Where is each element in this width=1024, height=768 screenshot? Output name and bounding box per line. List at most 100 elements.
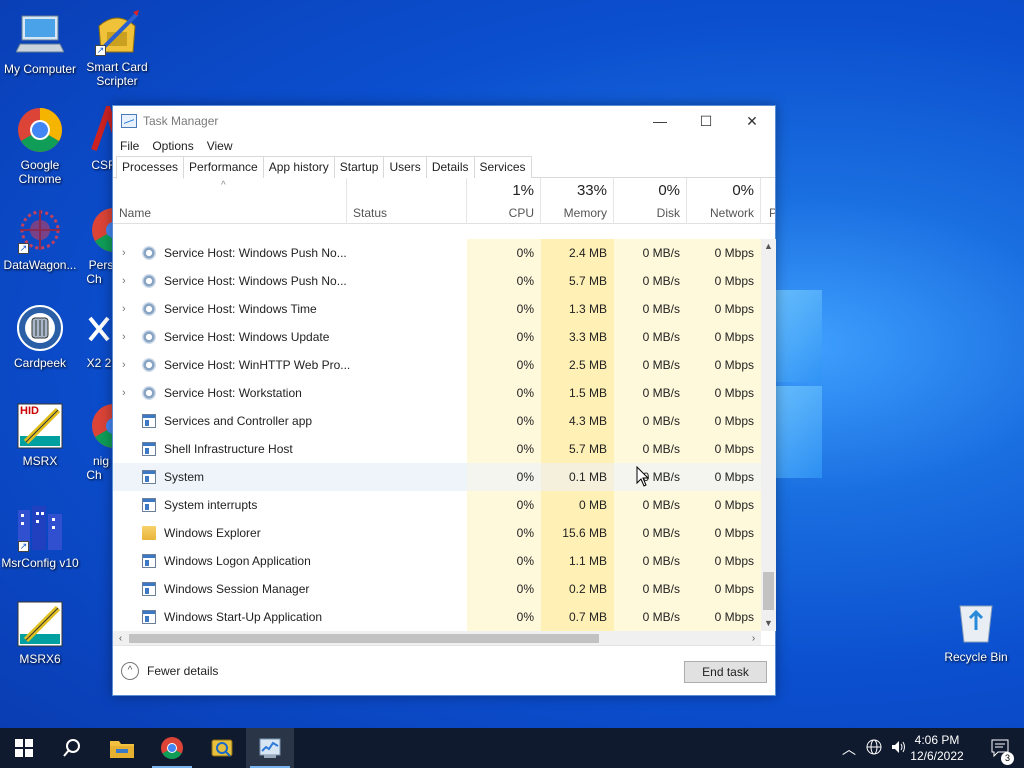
hid-label: HID — [20, 405, 39, 417]
process-cpu: 0% — [467, 491, 541, 519]
process-row[interactable]: Windows Logon Application 0% 1.1 MB 0 MB/s 0… — [113, 547, 761, 575]
network-globe-icon[interactable] — [866, 739, 882, 758]
process-disk: 0 MB/s — [614, 407, 687, 435]
process-row[interactable]: › Service Host: Workstation 0% 1.5 MB 0 MB/s… — [113, 379, 761, 407]
process-row[interactable]: › Service Host: Windows Push No... 0% 5.7 M… — [113, 267, 761, 295]
tab-details[interactable]: Details — [425, 156, 475, 178]
column-power-partial[interactable]: P — [761, 178, 775, 224]
column-network-label: Network — [709, 206, 754, 220]
scroll-left-icon[interactable]: ‹ — [113, 631, 128, 646]
process-memory: 0.7 MB — [541, 603, 614, 631]
expand-chevron-icon[interactable]: › — [122, 351, 126, 379]
chrome-icon — [16, 106, 64, 154]
scroll-up-icon[interactable]: ▲ — [761, 239, 776, 254]
tab-services[interactable]: Services — [473, 156, 532, 178]
desktop-icon-smart-card-scripter[interactable]: ↗ Smart Card Scripter — [77, 8, 157, 88]
menu-view[interactable]: View — [207, 139, 233, 153]
tab-startup[interactable]: Startup — [333, 156, 385, 178]
column-network[interactable]: 0% Network — [687, 178, 761, 224]
chevron-up-icon[interactable]: ︿ — [842, 739, 856, 759]
tab-app-history[interactable]: App history — [262, 156, 335, 178]
start-button[interactable] — [0, 728, 48, 768]
desktop-icon-pers-chrome[interactable]: Pers Ch — [74, 206, 114, 286]
column-disk[interactable]: 0% Disk — [614, 178, 687, 224]
process-cpu: 0% — [467, 407, 541, 435]
expand-chevron-icon[interactable]: › — [122, 295, 126, 323]
search-button[interactable] — [48, 728, 96, 768]
menu-file[interactable]: File — [120, 139, 139, 153]
process-row[interactable]: Services and Controller app 0% 4.3 MB 0 MB/… — [113, 407, 761, 435]
process-row[interactable]: Windows Explorer 0% 15.6 MB 0 MB/s 0 Mbps — [113, 519, 761, 547]
process-name: Service Host: Windows Time — [164, 302, 317, 316]
process-row[interactable]: System interrupts 0% 0 MB 0 MB/s 0 Mbps — [113, 491, 761, 519]
taskbar-chrome[interactable] — [148, 728, 196, 768]
taskbar-smart-card[interactable] — [198, 728, 246, 768]
tab-users[interactable]: Users — [383, 156, 427, 178]
horizontal-scrollbar[interactable]: ‹ › — [113, 631, 761, 646]
column-name[interactable]: ^ Name — [113, 178, 347, 224]
expand-chevron-icon[interactable]: › — [122, 323, 126, 351]
desktop-icon-cardpeek[interactable]: Cardpeek — [0, 304, 80, 370]
taskbar-task-manager[interactable] — [246, 728, 294, 768]
end-task-button[interactable]: End task — [684, 661, 767, 683]
maximize-button[interactable]: ☐ — [683, 106, 729, 136]
process-network: 0 Mbps — [687, 491, 761, 519]
tab-performance[interactable]: Performance — [183, 156, 264, 178]
desktop-icon-nig-chrome[interactable]: nig Ch — [74, 402, 114, 482]
desktop-icon-msrx[interactable]: HID MSRX — [0, 402, 80, 468]
close-button[interactable]: ✕ — [729, 106, 775, 136]
clock-time: 4:06 PM — [914, 733, 960, 747]
expand-chevron-icon[interactable]: › — [122, 267, 126, 295]
process-row[interactable]: › Service Host: Windows Update 0% 3.3 MB 0 M… — [113, 323, 761, 351]
process-row[interactable]: System 0% 0.1 MB 0 MB/s 0 Mbps — [113, 463, 761, 491]
column-status-label: Status — [353, 206, 388, 220]
column-memory[interactable]: 33% Memory — [541, 178, 614, 224]
process-network: 0 Mbps — [687, 295, 761, 323]
desktop-icon-x2[interactable]: X2 2 — [74, 304, 114, 370]
process-memory: 15.6 MB — [541, 519, 614, 547]
horizontal-scroll-thumb[interactable] — [129, 634, 599, 643]
process-network: 0 Mbps — [687, 323, 761, 351]
desktop-icon-msrconfig[interactable]: ↗ MsrConfig v10 — [0, 504, 80, 570]
desktop-icon-recycle-bin[interactable]: Recycle Bin — [938, 600, 1014, 664]
scroll-right-icon[interactable]: › — [746, 631, 761, 646]
menu-options[interactable]: Options — [152, 139, 193, 153]
desktop-icon-msrx6[interactable]: MSRX6 — [0, 600, 80, 666]
clock[interactable]: 4:06 PM 12/6/2022 — [902, 732, 972, 764]
process-name: Service Host: Windows Push No... — [164, 246, 347, 260]
process-row[interactable]: › Service Host: Windows Time 0% 1.3 MB 0 MB/… — [113, 295, 761, 323]
process-row[interactable]: Windows Session Manager 0% 0.2 MB 0 MB/s 0 M… — [113, 575, 761, 603]
process-disk: 0 MB/s — [614, 267, 687, 295]
expand-chevron-icon[interactable]: › — [122, 239, 126, 267]
scroll-down-icon[interactable]: ▼ — [761, 616, 776, 631]
process-memory: 5.7 MB — [541, 435, 614, 463]
desktop-icon-csr[interactable]: CSR — [68, 106, 118, 172]
process-row[interactable]: › Service Host: Windows Push No... 0% 2.4 M… — [113, 239, 761, 267]
process-name: Service Host: WinHTTP Web Pro... — [164, 358, 351, 372]
clock-date: 12/6/2022 — [910, 749, 964, 763]
expand-chevron-icon[interactable]: › — [122, 379, 126, 407]
x2-icon — [84, 304, 114, 352]
notification-center[interactable]: 3 — [990, 738, 1014, 765]
desktop-icon-my-computer[interactable]: My Computer — [0, 10, 80, 76]
process-row[interactable]: › Service Host: WinHTTP Web Pro... 0% 2.5 M… — [113, 351, 761, 379]
minimize-button[interactable]: — — [637, 106, 683, 136]
vertical-scroll-thumb[interactable] — [763, 572, 774, 610]
service-gear-icon — [142, 386, 156, 400]
vertical-scrollbar[interactable]: ▲ ▼ — [761, 239, 776, 631]
title-bar[interactable]: Task Manager — ☐ ✕ — [113, 106, 775, 136]
process-network: 0 Mbps — [687, 379, 761, 407]
column-status[interactable]: Status — [347, 178, 467, 224]
desktop-icon-datawagon[interactable]: ↗ DataWagon... — [0, 206, 80, 272]
disk-total: 0% — [658, 182, 680, 199]
process-row[interactable]: Shell Infrastructure Host 0% 5.7 MB 0 MB/s 0… — [113, 435, 761, 463]
process-network: 0 Mbps — [687, 547, 761, 575]
fewer-details-button[interactable]: ^ Fewer details — [121, 662, 218, 680]
process-memory: 3.3 MB — [541, 323, 614, 351]
taskbar-file-explorer[interactable] — [98, 728, 146, 768]
tab-processes[interactable]: Processes — [116, 156, 185, 179]
column-cpu[interactable]: 1% CPU — [467, 178, 541, 224]
process-network: 0 Mbps — [687, 239, 761, 267]
process-row[interactable]: Windows Start-Up Application 0% 0.7 MB 0 MB… — [113, 603, 761, 631]
process-memory: 0 MB — [541, 491, 614, 519]
